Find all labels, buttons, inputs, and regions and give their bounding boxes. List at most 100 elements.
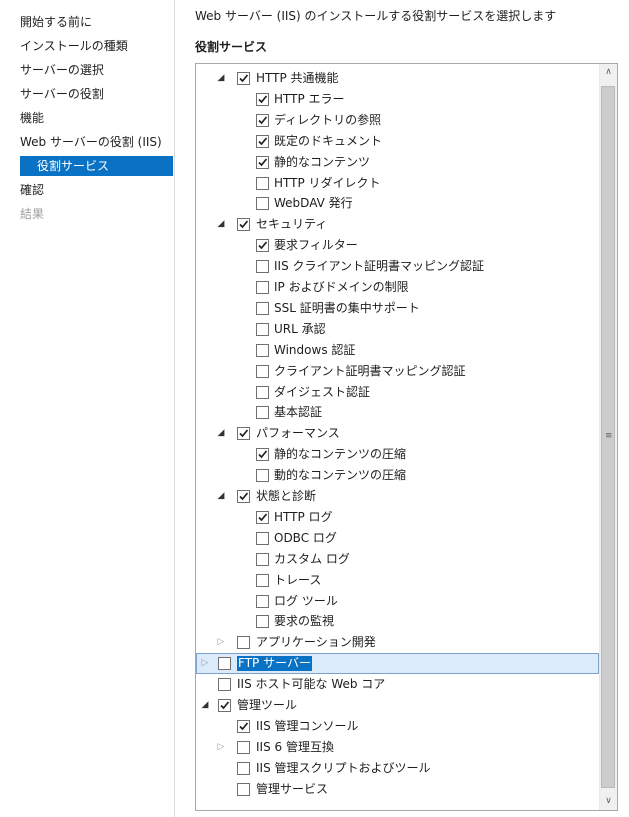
tree-item-label: トレース xyxy=(274,572,322,587)
tree-row[interactable]: HTTP リダイレクト xyxy=(196,173,599,194)
checkbox-unchecked[interactable] xyxy=(256,260,269,274)
checkbox-unchecked[interactable] xyxy=(237,782,250,796)
checkbox-checked[interactable] xyxy=(256,113,269,127)
tree-row[interactable]: ダイジェスト認証 xyxy=(196,382,599,403)
checkbox-checked[interactable] xyxy=(218,699,231,712)
checkbox-checked[interactable] xyxy=(256,134,269,148)
tree-row[interactable]: ◢ セキュリティ xyxy=(196,214,599,235)
nav-item-0[interactable]: 開始する前に xyxy=(20,12,92,32)
tree-row[interactable]: ◢ HTTP 共通機能 xyxy=(196,68,599,89)
tree-row[interactable]: ◢ パフォーマンス xyxy=(196,423,599,444)
checkbox-checked[interactable] xyxy=(237,72,250,85)
checkbox-unchecked[interactable] xyxy=(256,197,269,211)
nav-item-3[interactable]: サーバーの役割 xyxy=(20,84,104,104)
checkbox-unchecked[interactable] xyxy=(237,761,250,775)
tree-row[interactable]: ODBC ログ xyxy=(196,528,599,549)
tree-row[interactable]: ▷ FTP サーバー xyxy=(196,653,599,675)
expand-arrow-icon[interactable]: ▷ xyxy=(216,741,226,753)
tree-row[interactable]: 要求フィルター xyxy=(196,235,599,256)
checkbox-unchecked[interactable] xyxy=(256,573,269,587)
tree-row[interactable]: ▷ アプリケーション開発 xyxy=(196,632,599,653)
checkbox-checked[interactable] xyxy=(256,92,269,106)
tree-row[interactable]: 静的なコンテンツの圧縮 xyxy=(196,444,599,465)
tree-item-label: ディレクトリの参照 xyxy=(274,112,382,127)
nav-item-label: 役割サービス xyxy=(37,159,110,173)
checkbox-unchecked[interactable] xyxy=(237,636,250,650)
checkbox-unchecked[interactable] xyxy=(256,594,269,608)
tree-row[interactable]: SSL 証明書の集中サポート xyxy=(196,298,599,319)
checkbox-unchecked[interactable] xyxy=(256,552,269,566)
tree-row[interactable]: 基本認証 xyxy=(196,402,599,423)
tree-row[interactable]: カスタム ログ xyxy=(196,549,599,570)
tree-row[interactable]: IIS 管理コンソール xyxy=(196,716,599,737)
checkbox-unchecked[interactable] xyxy=(237,740,250,754)
checkbox-checked[interactable] xyxy=(237,490,250,503)
collapse-arrow-icon[interactable]: ◢ xyxy=(216,490,226,502)
tree-row[interactable]: ▷ IIS 6 管理互換 xyxy=(196,737,599,758)
checkbox-unchecked[interactable] xyxy=(256,301,269,315)
tree-row[interactable]: クライアント証明書マッピング認証 xyxy=(196,361,599,382)
tree-item-label: 管理サービス xyxy=(256,781,329,796)
tree-row[interactable]: トレース xyxy=(196,570,599,591)
checkbox-checked[interactable] xyxy=(237,719,250,733)
nav-item-2[interactable]: サーバーの選択 xyxy=(20,60,104,80)
tree-row[interactable]: ◢ 管理ツール xyxy=(196,695,599,716)
checkbox-checked[interactable] xyxy=(256,448,269,462)
tree-row[interactable]: ディレクトリの参照 xyxy=(196,110,599,131)
tree-row[interactable]: IIS 管理スクリプトおよびツール xyxy=(196,758,599,779)
collapse-arrow-icon[interactable]: ◢ xyxy=(200,699,210,711)
nav-item-6[interactable]: 役割サービス xyxy=(20,156,173,176)
tree-row[interactable]: 既定のドキュメント xyxy=(196,131,599,152)
checkbox-unchecked[interactable] xyxy=(256,364,269,378)
tree-row[interactable]: IIS クライアント証明書マッピング認証 xyxy=(196,256,599,277)
expand-arrow-icon[interactable]: ▷ xyxy=(200,657,210,669)
tree-item-label: Windows 認証 xyxy=(274,342,356,357)
nav-item-8: 結果 xyxy=(20,204,44,224)
checkbox-unchecked[interactable] xyxy=(256,385,269,399)
expand-arrow-icon[interactable]: ▷ xyxy=(216,636,226,648)
tree-row[interactable]: URL 承認 xyxy=(196,319,599,340)
checkbox-checked[interactable] xyxy=(256,510,269,524)
checkbox-unchecked[interactable] xyxy=(256,322,269,336)
nav-item-7[interactable]: 確認 xyxy=(20,180,44,200)
tree-row[interactable]: HTTP ログ xyxy=(196,507,599,528)
nav-item-4[interactable]: 機能 xyxy=(20,108,44,128)
tree-row[interactable]: ◢ 状態と診断 xyxy=(196,486,599,507)
checkbox-unchecked[interactable] xyxy=(256,469,269,483)
tree-row[interactable]: ログ ツール xyxy=(196,591,599,612)
tree-row[interactable]: Windows 認証 xyxy=(196,340,599,361)
collapse-arrow-icon[interactable]: ◢ xyxy=(216,218,226,230)
tree-item-label: 既定のドキュメント xyxy=(274,133,383,148)
checkbox-unchecked[interactable] xyxy=(218,678,231,692)
collapse-arrow-icon[interactable]: ◢ xyxy=(216,427,226,439)
checkbox-unchecked[interactable] xyxy=(256,615,269,629)
tree-row[interactable]: IP およびドメインの制限 xyxy=(196,277,599,298)
checkbox-checked[interactable] xyxy=(237,427,250,441)
checkbox-checked[interactable] xyxy=(256,155,269,169)
collapse-arrow-icon[interactable]: ◢ xyxy=(216,72,226,84)
scroll-up-icon[interactable]: ∧ xyxy=(600,64,617,81)
checkbox-unchecked[interactable] xyxy=(218,657,231,671)
checkbox-unchecked[interactable] xyxy=(256,343,269,357)
tree-row[interactable]: 管理サービス xyxy=(196,779,599,800)
tree-item-label: IIS クライアント証明書マッピング認証 xyxy=(274,259,485,274)
checkbox-unchecked[interactable] xyxy=(256,406,269,420)
scroll-thumb[interactable]: ≡ xyxy=(601,86,615,788)
tree-row[interactable]: 動的なコンテンツの圧縮 xyxy=(196,465,599,486)
checkbox-checked[interactable] xyxy=(256,239,269,253)
checkbox-unchecked[interactable] xyxy=(256,531,269,545)
checkbox-checked[interactable] xyxy=(237,218,250,232)
vertical-scrollbar[interactable]: ∧ ≡ ∨ xyxy=(599,64,617,810)
tree-row[interactable]: IIS ホスト可能な Web コア xyxy=(196,674,599,695)
checkbox-unchecked[interactable] xyxy=(256,281,269,294)
nav-item-label: 機能 xyxy=(20,111,45,125)
tree-row[interactable]: 静的なコンテンツ xyxy=(196,152,599,173)
tree-row[interactable]: 要求の監視 xyxy=(196,611,599,632)
scroll-down-icon[interactable]: ∨ xyxy=(600,793,617,810)
nav-item-5[interactable]: Web サーバーの役割 (IIS) xyxy=(20,132,162,152)
tree-row[interactable]: HTTP エラー xyxy=(196,89,599,110)
tree-row[interactable]: WebDAV 発行 xyxy=(196,193,599,214)
nav-item-1[interactable]: インストールの種類 xyxy=(20,36,128,56)
role-services-tree[interactable]: ◢ HTTP 共通機能 HTTP エラーディレクトリの参照 既定のドキュメント静的なコ… xyxy=(195,63,618,811)
checkbox-unchecked[interactable] xyxy=(256,176,269,190)
